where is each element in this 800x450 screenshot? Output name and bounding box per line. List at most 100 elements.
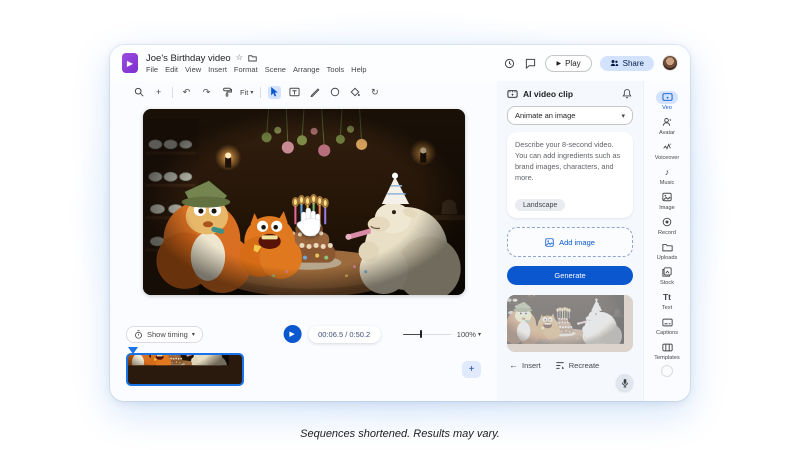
star-icon[interactable]: ☆ <box>236 54 243 62</box>
sidebar-label: Music <box>660 180 675 186</box>
zoom-tool-icon[interactable] <box>132 86 145 99</box>
disclaimer-caption: Sequences shortened. Results may vary. <box>0 428 800 440</box>
timeline-play-button[interactable]: ▶ <box>283 325 301 343</box>
recreate-button[interactable]: Recreate <box>555 361 599 370</box>
version-history-icon[interactable] <box>503 57 516 70</box>
sidebar-more-button[interactable] <box>661 365 673 377</box>
header-actions: ▶ Play Share <box>503 55 678 72</box>
prompt-placeholder-text[interactable]: Describe your 8-second video. You can ad… <box>515 140 625 184</box>
sidebar-item-stock[interactable]: Stock <box>644 263 690 288</box>
zoom-level-dropdown[interactable]: 100% ▾ <box>457 330 481 339</box>
sidebar-label: Templates <box>654 355 680 361</box>
add-clip-button[interactable]: + <box>462 361 481 378</box>
result-actions: ← Insert Recreate <box>509 360 631 370</box>
timeline-clip-thumbnail[interactable] <box>126 353 244 386</box>
menu-help[interactable]: Help <box>351 65 366 74</box>
prompt-card[interactable]: Describe your 8-second video. You can ad… <box>507 132 633 218</box>
move-folder-icon[interactable] <box>248 54 257 62</box>
clip-filmstrip-image <box>128 355 242 384</box>
page-background: ▶ Joe's Birthday video ☆ File Edit View … <box>0 0 800 450</box>
sidebar-label: Image <box>659 205 675 211</box>
avatar-icon <box>656 116 678 129</box>
transport-group: ▶ 00:06.5 / 0:50.2 <box>283 325 380 343</box>
generated-clip-image <box>507 295 633 352</box>
menu-scene[interactable]: Scene <box>265 65 286 74</box>
add-image-label: Add image <box>559 238 595 247</box>
insert-label: Insert <box>522 361 541 370</box>
chevron-down-icon: ▾ <box>478 331 481 338</box>
panel-title: AI video clip <box>523 89 573 99</box>
sidebar-item-image[interactable]: Image <box>644 188 690 213</box>
pen-tool-icon[interactable] <box>308 86 321 99</box>
timeline-zoom-slider[interactable] <box>403 330 451 338</box>
templates-icon <box>656 341 678 354</box>
sidebar-label: Text <box>662 305 672 311</box>
toolbar-divider <box>172 87 173 98</box>
sidebar-item-veo[interactable]: Veo <box>644 88 690 113</box>
menu-view[interactable]: View <box>185 65 201 74</box>
share-button[interactable]: Share <box>600 56 654 71</box>
sidebar-item-uploads[interactable]: Uploads <box>644 238 690 263</box>
undo-icon[interactable]: ↶ <box>180 86 193 99</box>
menu-file[interactable]: File <box>146 65 158 74</box>
folder-icon <box>656 241 678 254</box>
generate-button[interactable]: Generate <box>507 266 633 285</box>
show-timing-label: Show timing <box>147 330 188 339</box>
sidebar-item-text[interactable]: Tt Text <box>644 288 690 313</box>
fit-zoom-dropdown[interactable]: Fit ▾ <box>240 88 253 97</box>
canvas-column: + ↶ ↷ Fit ▾ <box>110 81 497 401</box>
comment-icon[interactable] <box>524 57 537 70</box>
hand-cursor-icon <box>294 206 324 240</box>
shapes-tool-icon[interactable] <box>328 86 341 99</box>
chevron-down-icon: ▾ <box>250 89 253 96</box>
generated-clip-thumbnail[interactable] <box>507 295 633 352</box>
redo-icon[interactable]: ↷ <box>200 86 213 99</box>
sidebar-item-avatar[interactable]: Avatar <box>644 113 690 138</box>
playback-controls: Show timing ▾ ▶ 00:06.5 / 0:50.2 100% <box>110 321 497 347</box>
menu-tools[interactable]: Tools <box>327 65 345 74</box>
title-menu-block: Joe's Birthday video ☆ File Edit View In… <box>146 53 367 74</box>
sidebar-item-record[interactable]: Record <box>644 213 690 238</box>
sidebar-item-captions[interactable]: Captions <box>644 313 690 338</box>
voice-input-button[interactable] <box>616 374 633 391</box>
fill-tool-icon[interactable] <box>348 86 361 99</box>
video-frame-image <box>143 109 465 295</box>
panel-header: AI video clip <box>497 88 643 105</box>
select-tool-icon[interactable] <box>268 86 281 99</box>
play-label: Play <box>565 59 581 68</box>
menu-format[interactable]: Format <box>234 65 258 74</box>
mode-selector-dropdown[interactable]: Animate an image ▾ <box>507 106 633 125</box>
play-button[interactable]: ▶ Play <box>545 55 591 72</box>
insert-button[interactable]: ← Insert <box>509 360 541 370</box>
sidebar-label: Voiceover <box>655 155 680 161</box>
chevron-down-icon: ▾ <box>192 331 195 338</box>
rotate-tool-icon[interactable]: ↻ <box>368 86 381 99</box>
timecode-display: 00:06.5 / 0:50.2 <box>308 326 380 343</box>
paint-format-icon[interactable] <box>220 86 233 99</box>
share-label: Share <box>623 59 644 68</box>
menu-arrange[interactable]: Arrange <box>293 65 320 74</box>
video-canvas[interactable] <box>143 109 465 295</box>
sidebar-label: Veo <box>662 105 672 111</box>
sidebar-item-templates[interactable]: Templates <box>644 338 690 363</box>
show-timing-dropdown[interactable]: Show timing ▾ <box>126 326 203 343</box>
aspect-ratio-chip[interactable]: Landscape <box>515 199 565 211</box>
bell-icon[interactable] <box>622 88 633 99</box>
account-avatar[interactable] <box>662 55 678 71</box>
ai-clip-icon <box>507 89 518 99</box>
generate-label: Generate <box>554 271 585 280</box>
sidebar-item-music[interactable]: ♪ Music <box>644 163 690 188</box>
sidebar-item-voiceover[interactable]: Voiceover <box>644 138 690 163</box>
menu-edit[interactable]: Edit <box>165 65 178 74</box>
add-image-button[interactable]: Add image <box>507 227 633 257</box>
playhead-marker[interactable] <box>128 347 138 354</box>
menu-insert[interactable]: Insert <box>208 65 227 74</box>
add-scene-icon[interactable]: + <box>152 86 165 99</box>
edit-toolbar: + ↶ ↷ Fit ▾ <box>132 82 487 102</box>
text-box-tool-icon[interactable] <box>288 86 301 99</box>
slider-handle[interactable] <box>420 330 422 338</box>
document-title[interactable]: Joe's Birthday video <box>146 53 231 64</box>
vids-logo-icon[interactable]: ▶ <box>122 53 138 73</box>
media-sidebar: Veo Avatar Voiceover ♪ Music <box>643 81 690 401</box>
zoom-level-value: 100% <box>457 330 476 339</box>
